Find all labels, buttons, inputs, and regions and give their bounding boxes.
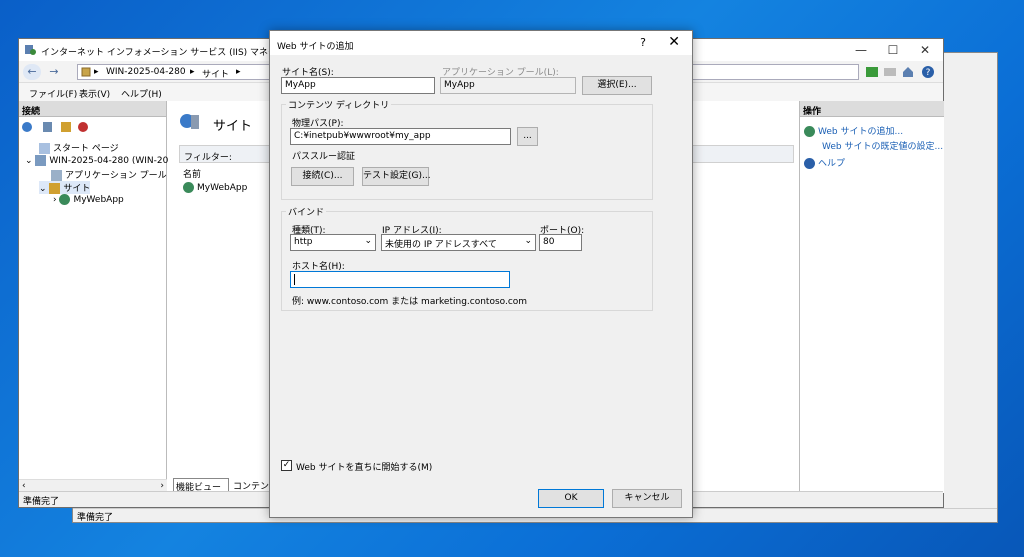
connections-panel: 接続 スタート ページ ⌄ WIN-2025-04-280 (WIN-2025-…: [19, 101, 183, 493]
test-settings-button[interactable]: テスト設定(G)...: [362, 167, 431, 186]
network-icon[interactable]: [865, 65, 879, 79]
back-arrow-icon[interactable]: ←: [23, 64, 41, 80]
browse-path-button[interactable]: ...: [517, 127, 538, 146]
content-directory-label: コンテンツ ディレクトリ: [286, 98, 392, 111]
page-title: サイト: [213, 119, 253, 134]
host-example-text: 例: www.contoso.com または marketing.contoso…: [292, 297, 528, 307]
expand-chevron-icon[interactable]: ⌄: [25, 156, 35, 166]
action-add-website[interactable]: Web サイトの追加...: [804, 124, 903, 137]
minimize-button[interactable]: —: [847, 41, 875, 59]
server-icon: [81, 67, 91, 77]
port-input[interactable]: 80: [539, 234, 582, 251]
website-icon: [183, 182, 194, 193]
connections-toolbar-icons[interactable]: [21, 121, 91, 133]
app-pool-field: MyApp: [440, 77, 576, 94]
status-text: 準備完了: [23, 497, 60, 507]
add-website-dialog: Web サイトの追加 ? ✕ サイト名(S): MyApp アプリケーション プ…: [269, 30, 693, 518]
breadcrumb-chevron-icon: ▸: [236, 67, 241, 77]
maximize-button[interactable]: ☐: [879, 41, 907, 59]
start-immediately-label[interactable]: Web サイトを直ちに開始する(M): [296, 460, 432, 473]
ok-button[interactable]: OK: [538, 489, 604, 508]
help-icon[interactable]: ?: [921, 65, 935, 79]
tree-app-pools[interactable]: アプリケーション プール: [51, 168, 167, 181]
globe-icon: [804, 126, 815, 137]
app-pool-icon: [51, 170, 62, 181]
server-icon: [35, 155, 47, 166]
passthrough-auth-label: パススルー認証: [292, 152, 356, 162]
connect-as-button[interactable]: 接続(C)...: [291, 167, 354, 186]
connections-header: 接続: [19, 101, 166, 117]
cancel-button[interactable]: キャンセル: [612, 489, 682, 508]
menu-help[interactable]: ヘルプ(H): [121, 87, 162, 100]
physical-path-input[interactable]: C:¥inetpub¥wwwroot¥my_app: [290, 128, 511, 145]
chevron-down-icon: ⌄: [524, 236, 532, 246]
host-name-input[interactable]: [290, 271, 510, 288]
filter-label: フィルター:: [184, 153, 232, 163]
connections-toolbar: [21, 121, 161, 135]
site-name-input[interactable]: MyApp: [281, 77, 435, 94]
chevron-down-icon: ⌄: [364, 236, 372, 246]
home-icon[interactable]: [901, 65, 915, 79]
tree-sites[interactable]: ⌄ サイト: [39, 181, 91, 194]
actions-panel: 操作 Web サイトの追加... Web サイトの既定値の設定... ヘルプ: [799, 101, 944, 493]
breadcrumb-chevron-icon: ▸: [190, 67, 195, 77]
menu-file[interactable]: ファイル(F): [29, 87, 77, 100]
svg-text:?: ?: [926, 68, 931, 78]
ip-address-select[interactable]: 未使用の IP アドレスすべて ⌄: [381, 234, 536, 251]
tree-server[interactable]: ⌄ WIN-2025-04-280 (WIN-2025-: [25, 155, 183, 166]
dialog-titlebar: Web サイトの追加 ? ✕: [270, 31, 692, 55]
stop-icon[interactable]: [883, 65, 897, 79]
column-header-name[interactable]: 名前: [183, 167, 201, 180]
iis-app-icon: [25, 45, 36, 55]
expand-chevron-icon[interactable]: ⌄: [39, 184, 49, 194]
back-window-actions-strip: [939, 53, 997, 522]
select-app-pool-button[interactable]: 選択(E)...: [582, 76, 652, 95]
actions-header: 操作: [800, 101, 944, 117]
menu-view[interactable]: 表示(V): [79, 87, 110, 100]
sites-header-icon: [180, 114, 199, 129]
close-button[interactable]: ✕: [911, 41, 939, 59]
website-icon: [59, 194, 71, 205]
sites-folder-icon: [49, 183, 61, 194]
action-help[interactable]: ヘルプ: [804, 156, 845, 169]
page-icon: [39, 143, 50, 154]
back-window-status-text: 準備完了: [77, 513, 114, 523]
dialog-help-icon[interactable]: ?: [640, 36, 646, 49]
breadcrumb-chevron-icon: ▸: [94, 67, 99, 77]
start-immediately-checkbox[interactable]: ✓: [281, 460, 292, 471]
tree-mywebapp[interactable]: › MyWebApp: [53, 194, 124, 205]
main-window-title: インターネット インフォメーション サービス (IIS) マネージャー: [41, 48, 304, 58]
binding-type-select[interactable]: http ⌄: [290, 234, 376, 251]
binding-label: バインド: [286, 205, 327, 218]
action-set-defaults[interactable]: Web サイトの既定値の設定...: [822, 139, 943, 152]
breadcrumb-server[interactable]: WIN-2025-04-280: [106, 67, 186, 77]
text-cursor: [294, 274, 295, 285]
forward-arrow-icon[interactable]: →: [45, 64, 63, 80]
tree-start-page[interactable]: スタート ページ: [39, 141, 119, 154]
dialog-close-icon[interactable]: ✕: [668, 34, 680, 50]
dialog-title: Web サイトの追加: [277, 42, 354, 52]
breadcrumb-sites[interactable]: サイト: [202, 67, 229, 80]
table-row[interactable]: MyWebApp: [183, 182, 247, 193]
help-icon: [804, 158, 815, 169]
